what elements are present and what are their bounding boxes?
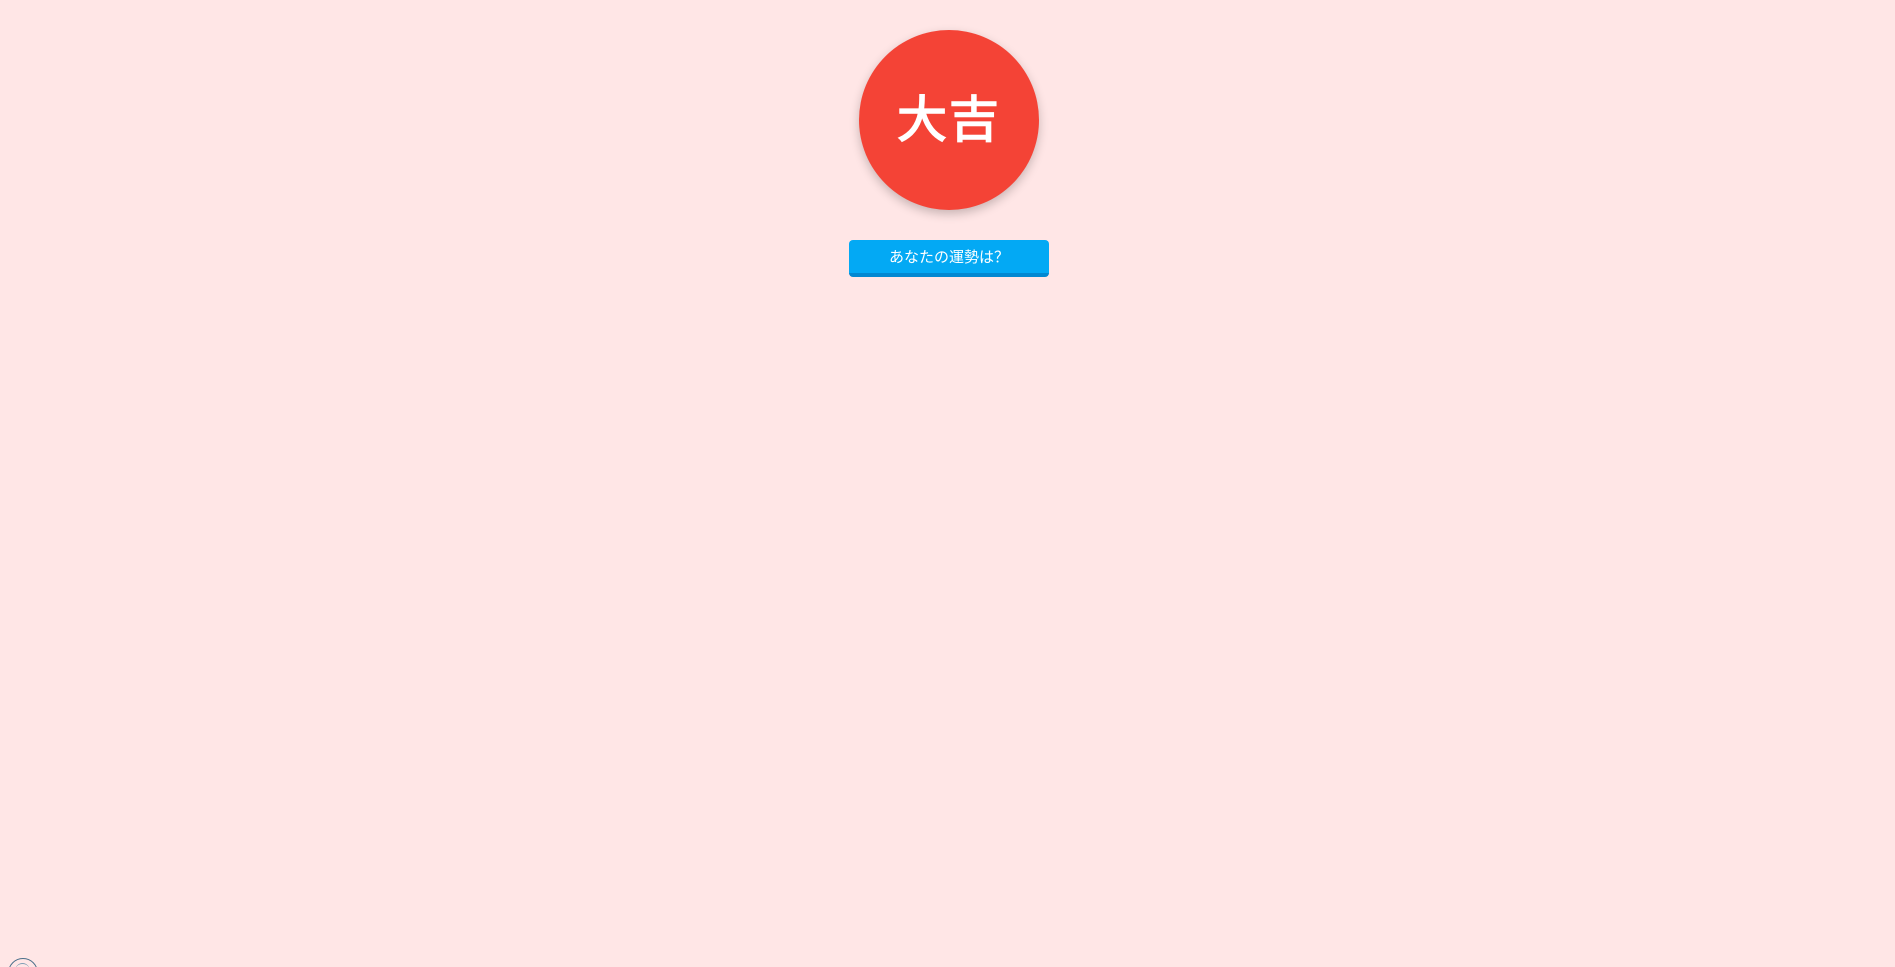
- fortune-result-circle: 大吉: [859, 30, 1039, 210]
- omikuji-app: 大吉 あなたの運勢は？: [0, 0, 1895, 967]
- draw-fortune-button[interactable]: あなたの運勢は？: [849, 240, 1049, 277]
- fortune-result-text: 大吉: [897, 91, 1001, 149]
- circle-badge-icon[interactable]: [8, 958, 38, 967]
